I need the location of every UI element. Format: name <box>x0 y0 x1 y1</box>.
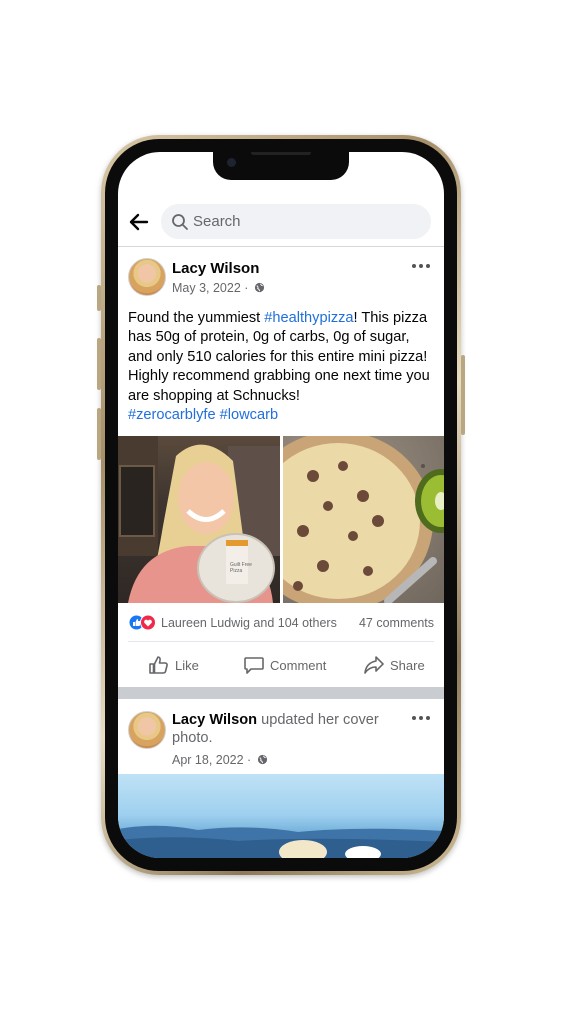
globe-icon <box>254 282 265 293</box>
share-button[interactable]: Share <box>363 654 433 678</box>
post-date-text: May 3, 2022 · <box>172 281 249 295</box>
post-photo-woman[interactable]: Guilt Free Pizza <box>118 436 280 603</box>
post-text-part: Found the yummiest <box>128 310 265 326</box>
top-bar: Search <box>118 202 444 247</box>
avatar[interactable] <box>128 258 166 296</box>
feed-separator <box>118 687 444 699</box>
photo-woman-illustration <box>118 436 280 603</box>
cover-photo[interactable] <box>118 774 444 858</box>
silent-switch <box>97 285 101 311</box>
front-camera <box>227 158 236 167</box>
photo-pizza-illustration <box>283 436 444 603</box>
comment-icon <box>244 657 264 674</box>
post-text: Found the yummiest #healthypizza! This p… <box>128 309 434 425</box>
like-label: Like <box>175 658 199 673</box>
pizza-box-label: Guilt Free Pizza <box>230 562 252 574</box>
post2-action-text: updated her cover <box>257 712 379 728</box>
reactions-text: Laureen Ludwig and 104 others <box>161 616 337 630</box>
share-icon <box>364 656 384 674</box>
search-input[interactable]: Search <box>161 204 431 239</box>
post2-headline: Lacy Wilson updated her cover photo. <box>172 711 407 747</box>
comments-count[interactable]: 47 comments <box>359 616 434 630</box>
reactions-summary[interactable]: Laureen Ludwig and 104 others 47 comment… <box>118 611 444 635</box>
globe-icon <box>257 754 267 765</box>
volume-down-button <box>97 408 101 460</box>
more-options-icon[interactable] <box>411 263 431 269</box>
more-options-icon[interactable] <box>411 715 431 721</box>
power-button <box>461 355 465 435</box>
back-arrow-icon[interactable] <box>126 209 152 235</box>
comment-label: Comment <box>270 658 327 673</box>
avatar[interactable] <box>128 711 166 749</box>
post-cover-update: Lacy Wilson updated her cover photo. Apr … <box>118 699 444 858</box>
like-button[interactable]: Like <box>148 654 208 678</box>
hashtag-link[interactable]: #lowcarb <box>220 407 278 423</box>
post-author[interactable]: Lacy Wilson <box>172 260 259 277</box>
cover-photo-illustration <box>118 825 444 858</box>
post-actions: Like Comment Share <box>118 646 444 686</box>
phone-screen: Search Lacy Wilson May 3, 2022 · Found t… <box>118 152 444 858</box>
post-photo-pizza[interactable] <box>283 436 444 603</box>
search-placeholder: Search <box>193 213 241 230</box>
post-date: May 3, 2022 · <box>172 281 265 295</box>
post2-date-text: Apr 18, 2022 · <box>172 753 252 767</box>
reactions-icons <box>128 614 156 631</box>
volume-up-button <box>97 338 101 390</box>
hashtag-link[interactable]: #healthypizza <box>264 310 353 326</box>
post2-author[interactable]: Lacy Wilson <box>172 712 257 728</box>
post2-action-text2: photo. <box>172 730 213 746</box>
comment-button[interactable]: Comment <box>243 654 333 678</box>
speaker <box>251 152 311 155</box>
search-icon <box>172 214 188 230</box>
share-label: Share <box>390 658 425 673</box>
divider <box>128 641 434 642</box>
hashtag-link[interactable]: #zerocarblyfe <box>128 407 216 423</box>
like-icon <box>149 656 168 674</box>
post2-date: Apr 18, 2022 · <box>172 753 268 767</box>
notch <box>213 152 349 180</box>
